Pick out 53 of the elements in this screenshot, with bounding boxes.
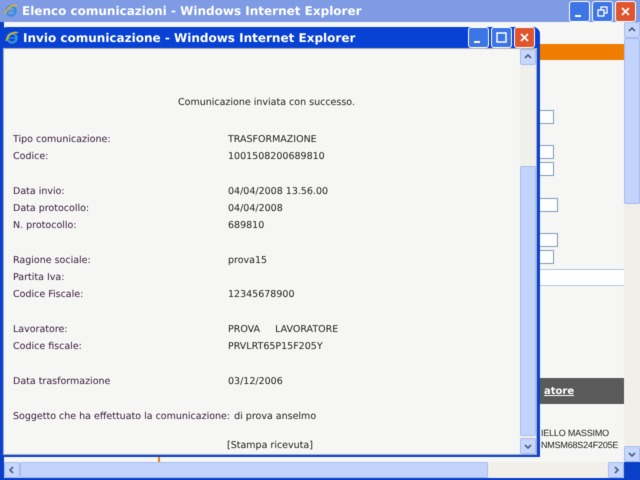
- browser-logo-icon: [4, 4, 18, 18]
- field-label: Codice Fiscale:: [13, 288, 84, 302]
- field-value: TRASFORMAZIONE: [228, 133, 317, 147]
- field-value: 04/04/2008 13.56.00: [228, 185, 328, 199]
- scroll-down-button[interactable]: [624, 446, 640, 462]
- field-label: N. protocollo:: [13, 219, 78, 233]
- field-value: 04/04/2008: [228, 202, 283, 216]
- field-label: Soggetto che ha effettuato la comunicazione:: [13, 410, 232, 424]
- field-value: PROVA LAVORATORE: [228, 323, 338, 337]
- field-label: Data trasformazione: [13, 375, 112, 389]
- field-value: PRVLRT65P15F205Y: [228, 340, 323, 354]
- minimize-button[interactable]: [569, 0, 590, 22]
- scroll-thumb[interactable]: [624, 38, 640, 204]
- scroll-right-button[interactable]: [608, 462, 624, 478]
- field-label: Codice:: [13, 150, 50, 164]
- browser-logo-icon: [5, 30, 19, 44]
- close-icon: [519, 32, 530, 43]
- close-icon: [620, 6, 631, 16]
- close-button[interactable]: [514, 27, 535, 48]
- window-title: Elenco comunicazioni - Windows Internet Explorer: [22, 3, 363, 20]
- field-value: di prova anselmo: [234, 410, 316, 424]
- success-message: Comunicazione inviata con successo.: [178, 96, 355, 110]
- scroll-up-button[interactable]: [624, 22, 640, 38]
- field-label: Tipo comunicazione:: [13, 133, 112, 147]
- scroll-thumb[interactable]: [520, 166, 536, 436]
- field-label: Data invio:: [13, 185, 66, 199]
- maximize-icon: [496, 32, 507, 43]
- column-link[interactable]: atore: [544, 384, 574, 398]
- print-receipt-link[interactable]: [Stampa ricevuta]: [227, 437, 313, 454]
- restore-icon: [597, 6, 608, 16]
- field-label: Partita Iva:: [13, 271, 66, 285]
- field-value: prova15: [228, 254, 268, 268]
- scroll-left-button[interactable]: [4, 462, 20, 478]
- table-cell: NMSM68S24F205E: [541, 439, 618, 451]
- field-value: 689810: [228, 219, 264, 233]
- minimize-button[interactable]: [468, 27, 489, 48]
- field-value: 1001508200689810: [228, 150, 325, 164]
- scroll-thumb[interactable]: [20, 462, 488, 478]
- field-label: Data protocollo:: [13, 202, 90, 216]
- popup-title: Invio comunicazione - Windows Internet Explorer: [23, 30, 356, 46]
- maximize-button[interactable]: [491, 27, 512, 48]
- field-label: Lavoratore:: [13, 323, 69, 337]
- scroll-down-button[interactable]: [520, 438, 536, 454]
- table-cell-text: IELLO MASSIMO: [541, 427, 610, 439]
- field-label: Codice fiscale:: [13, 340, 83, 354]
- minimize-icon: [574, 14, 580, 16]
- field-value: 12345678900: [228, 288, 294, 302]
- restore-button[interactable]: [592, 0, 613, 22]
- field-label: Ragione sociale:: [13, 254, 92, 268]
- minimize-icon: [474, 41, 480, 43]
- field-value: 03/12/2006: [228, 375, 283, 389]
- scroll-up-button[interactable]: [520, 49, 536, 65]
- close-button[interactable]: [615, 0, 636, 22]
